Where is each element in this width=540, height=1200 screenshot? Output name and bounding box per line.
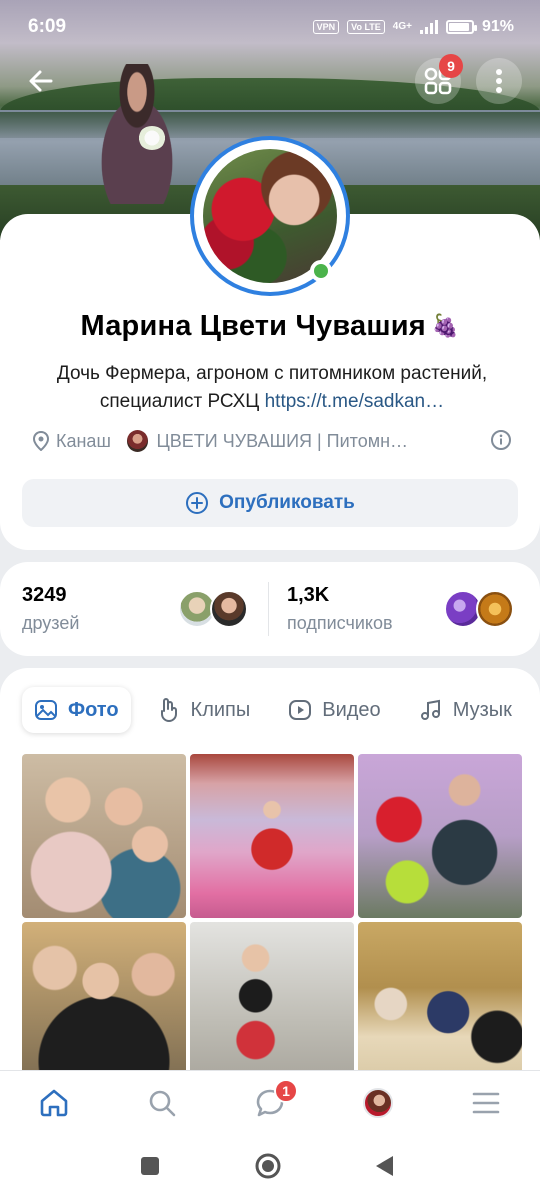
subscribers-label: подписчиков — [287, 613, 393, 633]
more-options-button[interactable] — [476, 58, 522, 104]
profile-bio: Дочь Фермера, агроном с питомником расте… — [24, 360, 520, 416]
circle-home-icon — [255, 1153, 281, 1179]
photo-thumbnail[interactable] — [190, 922, 354, 1086]
stats-divider — [268, 582, 269, 636]
square-icon — [141, 1157, 159, 1175]
photo-icon — [35, 700, 57, 720]
bio-link[interactable]: https://t.me/sadkan… — [265, 391, 445, 412]
media-tabs: Фото Клипы Видео Музык — [22, 686, 538, 734]
nav-menu[interactable] — [468, 1085, 504, 1121]
photo-thumbnail[interactable] — [358, 754, 522, 918]
home-button[interactable] — [254, 1152, 282, 1180]
nav-messages[interactable]: 1 — [252, 1079, 298, 1121]
publish-button[interactable]: Опубликовать — [22, 479, 518, 527]
name-emoji: 🍇 — [431, 313, 460, 338]
cover-bouquet — [138, 126, 166, 150]
friends-avatars[interactable] — [178, 590, 248, 628]
cover-reflection — [0, 112, 540, 138]
profile-name: Марина Цвети Чувашия 🍇 — [0, 310, 540, 343]
network-indicator: 4G+ — [392, 21, 412, 32]
add-circle-icon — [186, 492, 209, 514]
subscribers-avatars[interactable] — [444, 590, 514, 628]
media-card: Фото Клипы Видео Музык — [0, 668, 540, 1088]
battery-icon — [445, 20, 477, 34]
nav-search[interactable] — [144, 1085, 180, 1121]
group-label: ЦВЕТИ ЧУВАШИЯ | Питомн… — [156, 430, 409, 451]
more-vertical-icon — [496, 69, 502, 93]
search-icon — [149, 1090, 176, 1117]
subscriber-avatar — [476, 590, 514, 628]
services-badge: 9 — [439, 54, 463, 78]
back-button[interactable] — [18, 58, 64, 104]
profile-meta: Канаш ЦВЕТИ ЧУВАШИЯ | Питомн… — [32, 427, 512, 455]
home-icon — [40, 1089, 68, 1117]
clips-icon — [160, 698, 177, 722]
music-icon — [420, 699, 440, 720]
friend-avatar — [210, 590, 248, 628]
subscribers-count: 1,3K — [287, 584, 330, 606]
photo-thumbnail[interactable] — [358, 922, 522, 1086]
info-icon[interactable] — [490, 429, 512, 451]
friends-count: 3249 — [22, 584, 67, 606]
city-label: Канаш — [56, 430, 111, 451]
photo-thumbnail[interactable] — [22, 922, 186, 1086]
nav-home[interactable] — [36, 1085, 72, 1121]
signal-icon — [419, 20, 438, 34]
subscribers-stat[interactable]: 1,3K подписчиков — [287, 584, 393, 634]
cover-person — [82, 64, 192, 204]
messages-badge: 1 — [274, 1079, 298, 1103]
tab-label: Музык — [452, 698, 512, 721]
tab-videos[interactable]: Видео — [276, 687, 392, 733]
profile-avatar-small — [363, 1088, 393, 1118]
tab-label: Клипы — [190, 698, 251, 721]
friends-stat[interactable]: 3249 друзей — [22, 584, 79, 634]
publish-label: Опубликовать — [219, 492, 355, 513]
tab-music[interactable]: Музык — [407, 687, 524, 733]
photo-grid — [22, 754, 522, 1086]
photo-thumbnail[interactable] — [190, 754, 354, 918]
stats-card: 3249 друзей 1,3K подписчиков — [0, 562, 540, 656]
photo-thumbnail[interactable] — [22, 754, 186, 918]
status-time: 6:09 — [28, 16, 67, 37]
tab-label: Фото — [68, 698, 119, 721]
system-back-button[interactable] — [370, 1152, 398, 1180]
menu-icon — [472, 1092, 500, 1114]
online-indicator — [310, 260, 332, 282]
city-info[interactable]: Канаш — [32, 431, 111, 452]
tab-label: Видео — [322, 698, 381, 721]
friends-label: друзей — [22, 613, 80, 633]
recent-apps-button[interactable] — [136, 1152, 164, 1180]
video-icon — [289, 700, 312, 720]
nav-profile[interactable] — [360, 1085, 396, 1121]
group-avatar — [126, 430, 149, 452]
triangle-back-icon — [376, 1156, 393, 1176]
vpn-indicator: VPN — [312, 20, 340, 34]
system-navigation-bar — [0, 1132, 540, 1200]
arrow-left-icon — [29, 70, 53, 92]
group-info[interactable]: ЦВЕТИ ЧУВАШИЯ | Питомн… — [126, 430, 447, 452]
location-pin-icon — [32, 431, 50, 451]
services-button[interactable]: 9 — [415, 54, 463, 104]
bottom-navigation: 1 — [0, 1070, 540, 1132]
battery-fill — [448, 23, 469, 31]
status-icons: VPN Vo LTE 4G+ 91% — [312, 18, 514, 36]
tab-clips[interactable]: Клипы — [145, 687, 263, 733]
battery-percent: 91% — [481, 18, 514, 35]
volte-indicator: Vo LTE — [347, 20, 385, 34]
profile-name-text: Марина Цвети Чувашия — [80, 310, 426, 342]
status-bar: 6:09 VPN Vo LTE 4G+ 91% — [0, 0, 540, 56]
tab-photos[interactable]: Фото — [22, 687, 131, 733]
